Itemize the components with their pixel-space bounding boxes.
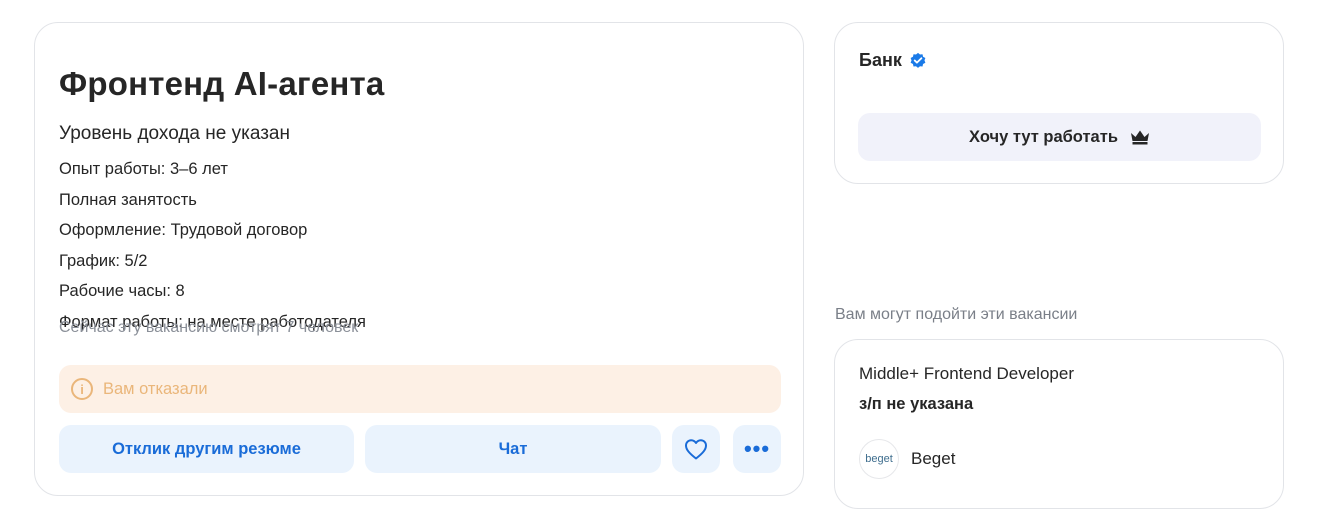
company-logo: beget	[859, 439, 899, 479]
want-to-work-label: Хочу тут работать	[969, 127, 1118, 146]
detail-hours: Рабочие часы: 8	[59, 282, 185, 300]
viewers-count: Сейчас эту вакансию смотрят 7 человек	[59, 319, 359, 336]
similar-vacancy-title[interactable]: Middle+ Frontend Developer	[859, 364, 1074, 384]
detail-experience: Опыт работы: 3–6 лет	[59, 160, 228, 178]
more-options-button[interactable]: •••	[733, 425, 781, 473]
crown-icon	[1130, 130, 1149, 145]
employer-name-row[interactable]: Банк	[859, 50, 927, 71]
company-logo-text: beget	[865, 453, 893, 465]
heart-icon	[685, 439, 707, 460]
similar-vacancies-heading: Вам могут подойти эти вакансии	[835, 306, 1078, 323]
vacancy-card: Фронтенд AI-агента Уровень дохода не ука…	[34, 22, 804, 496]
rejection-text: Вам отказали	[103, 379, 208, 398]
employer-card: Банк Хочу тут работать	[834, 22, 1284, 184]
rejection-banner: i Вам отказали	[59, 365, 781, 413]
similar-vacancy-card[interactable]: Middle+ Frontend Developer з/п не указан…	[834, 339, 1284, 509]
similar-vacancy-company[interactable]: beget Beget	[859, 439, 955, 479]
employer-name[interactable]: Банк	[859, 50, 902, 71]
detail-contract: Оформление: Трудовой договор	[59, 221, 308, 239]
detail-schedule: График: 5/2	[59, 251, 148, 270]
detail-employment: Полная занятость	[59, 190, 197, 209]
more-dots-icon: •••	[743, 436, 771, 461]
favorite-button[interactable]	[672, 425, 720, 473]
vacancy-title: Фронтенд AI-агента	[59, 65, 385, 102]
similar-vacancy-salary: з/п не указана	[859, 395, 974, 413]
chat-button[interactable]: Чат	[365, 425, 661, 473]
respond-other-resume-button[interactable]: Отклик другим резюме	[59, 425, 354, 473]
verified-check-icon	[910, 52, 926, 68]
vacancy-salary: Уровень дохода не указан	[59, 123, 290, 144]
want-to-work-here-button[interactable]: Хочу тут работать	[858, 113, 1261, 161]
vacancy-details: Опыт работы: 3–6 лет Полная занятость Оф…	[59, 157, 366, 340]
company-name[interactable]: Beget	[911, 449, 955, 469]
info-icon: i	[71, 378, 93, 400]
